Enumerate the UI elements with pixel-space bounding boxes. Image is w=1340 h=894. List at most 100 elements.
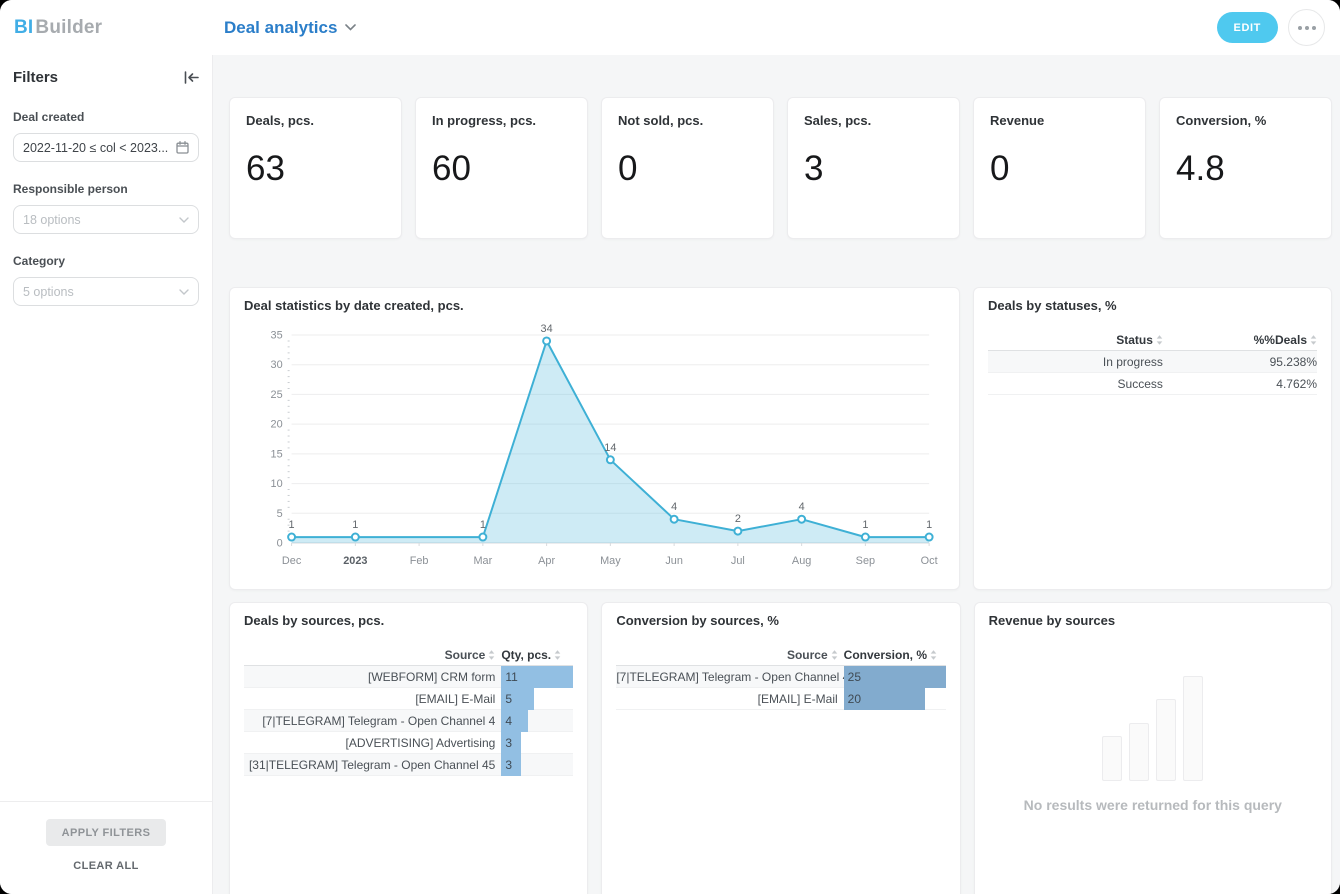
svg-text:25: 25: [271, 389, 283, 401]
table-row: [EMAIL] E-Mail 5: [244, 688, 573, 710]
svg-text:4: 4: [671, 501, 677, 513]
svg-text:4: 4: [799, 501, 805, 513]
svg-text:2023: 2023: [343, 555, 367, 567]
table-header-row: Source Qty, pcs.: [244, 644, 573, 666]
bar-cell: 11: [501, 666, 573, 688]
kpi-card: Sales, pcs.3: [787, 97, 960, 239]
deal-created-value: 2022-11-20 ≤ col < 2023...: [23, 141, 176, 155]
panel-title: Conversion by sources, %: [616, 613, 945, 628]
conversion-by-sources-table: Source Conversion, % [7|TELEGRAM] Telegr…: [616, 644, 945, 710]
sort-icon: [488, 650, 495, 660]
kpi-value: 4.8: [1176, 149, 1315, 189]
panel-title: Deals by statuses, %: [988, 298, 1317, 313]
collapse-sidebar-icon[interactable]: [184, 71, 199, 84]
sort-icon: [1156, 335, 1163, 345]
bar-value: 4: [501, 714, 512, 728]
svg-text:1: 1: [352, 519, 358, 531]
panel-deals-by-statuses: Deals by statuses, % Status %%Deals In p…: [973, 287, 1332, 590]
source-cell: [7|TELEGRAM] Telegram - Open Channel 4: [244, 714, 501, 728]
kpi-label: Conversion, %: [1176, 113, 1315, 128]
value-bar: 11: [501, 666, 573, 688]
svg-text:35: 35: [271, 329, 283, 341]
deal-created-input[interactable]: 2022-11-20 ≤ col < 2023...: [13, 133, 199, 162]
edit-button[interactable]: EDIT: [1217, 12, 1278, 43]
value-bar: 25: [844, 666, 946, 688]
column-header-value[interactable]: Conversion, %: [844, 648, 946, 662]
more-options-button[interactable]: [1288, 9, 1325, 46]
sidebar-footer: APPLY FILTERS CLEAR ALL: [0, 801, 212, 894]
value-bar: 3: [501, 732, 521, 754]
panel-deal-statistics: Deal statistics by date created, pcs. 05…: [229, 287, 960, 590]
dashboard-title-dropdown[interactable]: Deal analytics: [213, 18, 356, 38]
bar-cell: 20: [844, 688, 946, 710]
sort-icon: [831, 650, 838, 660]
value-cell: 4.762%: [1165, 377, 1317, 391]
kpi-card: Conversion, % 4.8: [1159, 97, 1332, 239]
svg-text:10: 10: [271, 478, 283, 490]
chevron-down-icon: [179, 217, 189, 223]
table-header-row: Source Conversion, %: [616, 644, 945, 666]
bar-value: 5: [501, 692, 512, 706]
panel-revenue-by-sources: Revenue by sources No results were retur…: [974, 602, 1332, 894]
svg-text:34: 34: [541, 323, 553, 335]
bar-cell: 25: [844, 666, 946, 688]
bar-cell: 4: [501, 710, 573, 732]
chevron-down-icon: [179, 289, 189, 295]
svg-text:14: 14: [604, 442, 616, 454]
bar-value: 11: [501, 670, 517, 684]
table-row: [7|TELEGRAM] Telegram - Open Channel 4 4: [244, 710, 573, 732]
kpi-value: 0: [990, 149, 1129, 189]
dashboard-title: Deal analytics: [224, 18, 337, 38]
filters-sidebar: Filters Deal created 2022-11-20 ≤ col < …: [0, 55, 213, 894]
logo-bi: BI: [14, 17, 33, 38]
kpi-label: Deals, pcs.: [246, 113, 385, 128]
svg-text:1: 1: [480, 519, 486, 531]
deal-created-label: Deal created: [13, 110, 199, 124]
sort-icon: [1310, 335, 1317, 345]
svg-text:Mar: Mar: [473, 555, 492, 567]
panel-title: Revenue by sources: [989, 613, 1317, 628]
svg-text:Jun: Jun: [665, 555, 683, 567]
value-bar: 3: [501, 754, 521, 776]
svg-text:15: 15: [271, 448, 283, 460]
source-cell: [31|TELEGRAM] Telegram - Open Channel 45: [244, 758, 501, 772]
bar-value: 3: [501, 758, 512, 772]
bar-chart-placeholder-icon: [1102, 676, 1203, 781]
kpi-card: Not sold, pcs.0: [601, 97, 774, 239]
sort-icon: [554, 650, 561, 660]
apply-filters-button[interactable]: APPLY FILTERS: [46, 819, 167, 846]
dashboard-content: Deals, pcs.63In progress, pcs.60Not sold…: [213, 55, 1340, 894]
bar-value: 20: [844, 692, 861, 706]
deal-statistics-line-chart: 05101520253035Dec2023FebMarAprMayJunJulA…: [244, 317, 945, 573]
svg-text:Aug: Aug: [792, 555, 811, 567]
empty-message: No results were returned for this query: [1024, 797, 1282, 813]
table-row: Success 4.762%: [988, 373, 1317, 395]
svg-text:5: 5: [277, 508, 283, 520]
ellipsis-icon: [1298, 26, 1302, 30]
table-row: [WEBFORM] CRM form 11: [244, 666, 573, 688]
source-cell: [EMAIL] E-Mail: [616, 692, 843, 706]
status-cell: In progress: [988, 355, 1165, 369]
responsible-person-label: Responsible person: [13, 182, 199, 196]
column-header-source[interactable]: Source: [244, 648, 501, 662]
svg-text:Feb: Feb: [410, 555, 429, 567]
logo-builder: Builder: [35, 17, 102, 38]
bar-cell: 5: [501, 688, 573, 710]
column-header-value[interactable]: Qty, pcs.: [501, 648, 573, 662]
svg-text:1: 1: [289, 519, 295, 531]
kpi-value: 0: [618, 149, 757, 189]
column-header-status[interactable]: Status: [988, 333, 1165, 347]
app-logo: BIBuilder: [0, 17, 213, 39]
column-header-deals[interactable]: %%Deals: [1165, 333, 1317, 347]
clear-all-button[interactable]: CLEAR ALL: [73, 860, 139, 872]
kpi-card: In progress, pcs.60: [415, 97, 588, 239]
svg-text:Jul: Jul: [731, 555, 745, 567]
category-select[interactable]: 5 options: [13, 277, 199, 306]
column-header-source[interactable]: Source: [616, 648, 843, 662]
kpi-card: Revenue0: [973, 97, 1146, 239]
table-row: [31|TELEGRAM] Telegram - Open Channel 45…: [244, 754, 573, 776]
responsible-person-select[interactable]: 18 options: [13, 205, 199, 234]
app-header: BIBuilder Deal analytics EDIT: [0, 0, 1340, 55]
deals-by-sources-table: Source Qty, pcs. [WEBFORM] CRM form 11 […: [244, 644, 573, 776]
kpi-label: Sales, pcs.: [804, 113, 943, 128]
